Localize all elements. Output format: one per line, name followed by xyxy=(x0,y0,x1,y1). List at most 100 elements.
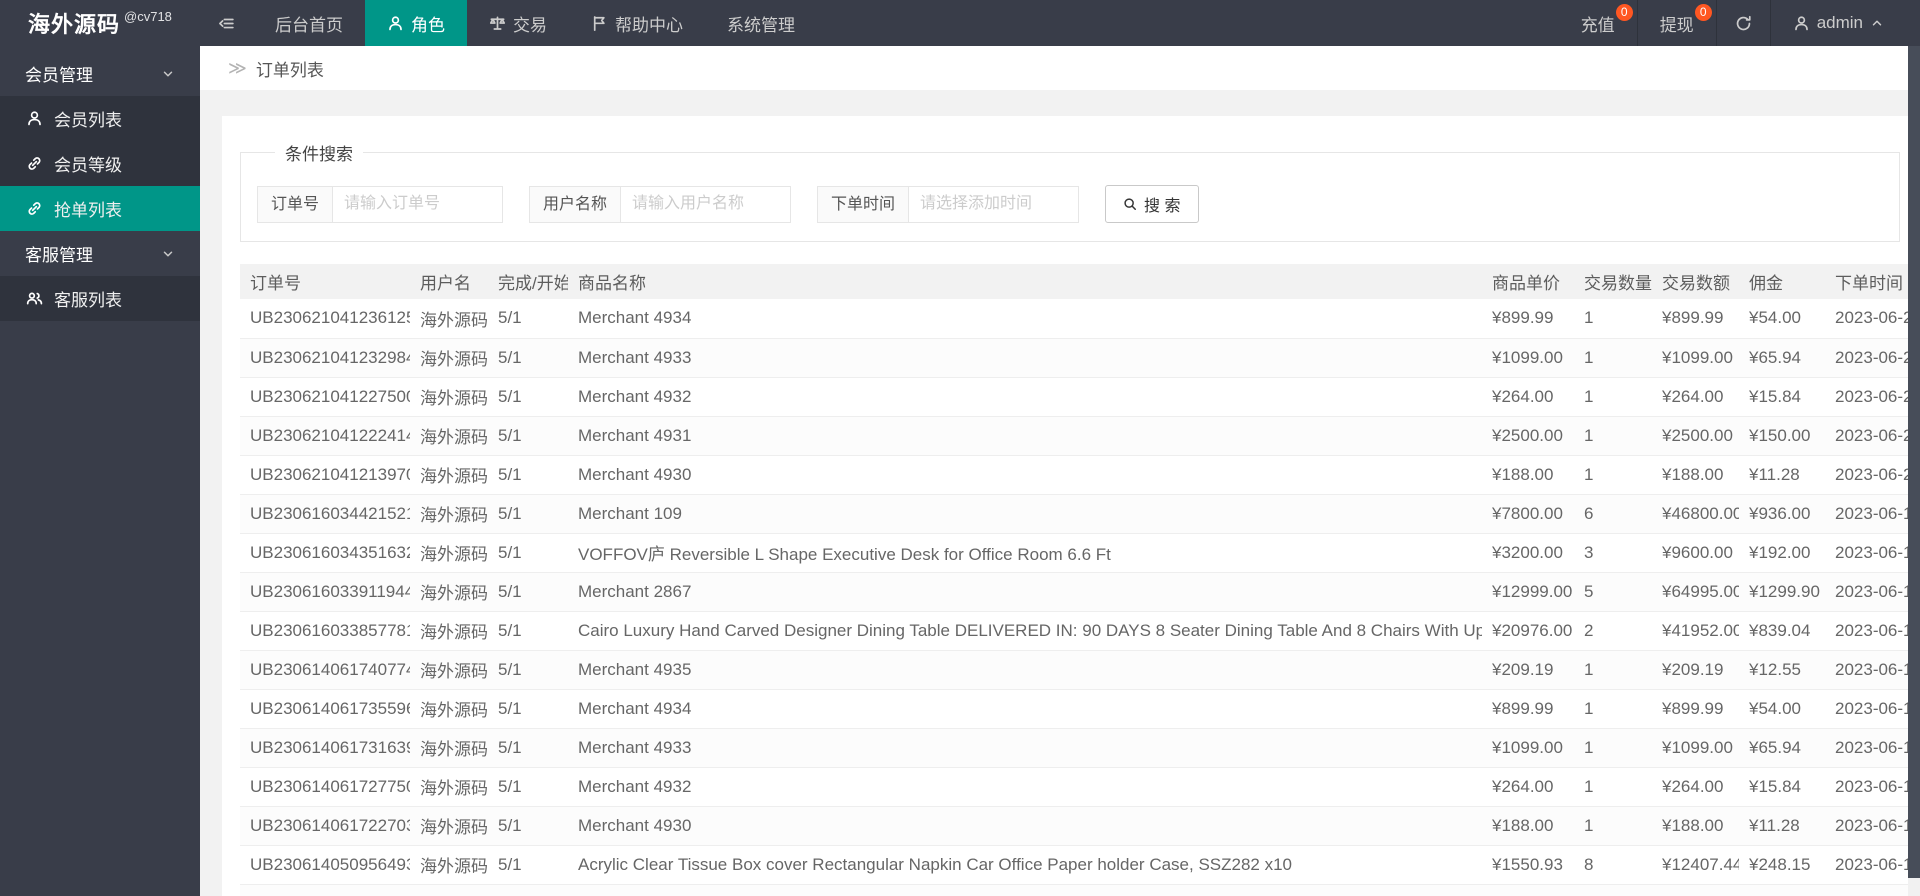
breadcrumb-chevrons-icon: ≫ xyxy=(228,57,247,78)
app-title: 海外源码 xyxy=(28,12,121,37)
table-cell: 8 xyxy=(1574,845,1652,885)
user-icon xyxy=(28,111,41,126)
link-icon xyxy=(28,202,41,215)
table-cell: ¥899.99 xyxy=(1652,299,1739,339)
table-cell: 海外源码 xyxy=(410,650,488,690)
chevron-down-icon xyxy=(163,251,173,256)
table-column-header: 交易数额 xyxy=(1652,264,1739,299)
nav-item-system[interactable]: 系统管理 xyxy=(705,0,817,46)
sidebar-item-member-list[interactable]: 会员列表 xyxy=(0,96,200,141)
username-input[interactable] xyxy=(621,185,792,223)
table-row: UB2306210412139708 海外源码 5/1 Merchant 4930 ¥1… xyxy=(240,455,1920,495)
search-button[interactable]: 搜 索 xyxy=(1105,185,1199,223)
breadcrumb: ≫ 订单列表 xyxy=(200,46,1920,90)
user-menu[interactable]: admin xyxy=(1769,0,1906,46)
table-cell: 5/1 xyxy=(488,611,568,651)
table-cell: ¥264.00 xyxy=(1482,767,1574,807)
table-cell: ¥2500.00 xyxy=(1652,416,1739,456)
table-cell: ¥12.55 xyxy=(1739,650,1825,690)
table-column-header: 交易数量 xyxy=(1574,264,1652,299)
nav-item-label: 交易 xyxy=(513,15,547,35)
table-cell: ¥41952.00 xyxy=(1652,611,1739,651)
table-row: UB2306140617407740 海外源码 5/1 Merchant 4935 ¥2… xyxy=(240,650,1920,690)
group-icon xyxy=(26,292,43,305)
scrollbar-thumb[interactable] xyxy=(1908,46,1920,878)
user-icon xyxy=(1794,15,1808,30)
nav-item-trade[interactable]: 交易 xyxy=(467,0,569,46)
table-cell: ¥645.78 xyxy=(1739,884,1825,896)
table-cell: 1 xyxy=(1574,455,1652,495)
refresh-button[interactable] xyxy=(1715,0,1770,46)
table-cell: ¥264.00 xyxy=(1652,377,1739,417)
sidebar-collapse-button[interactable] xyxy=(200,0,253,46)
search-icon xyxy=(1124,198,1137,210)
table-cell: ¥899.99 xyxy=(1482,299,1574,339)
table-cell: 海外源码 xyxy=(410,299,488,339)
table-cell: 5/1 xyxy=(488,806,568,846)
search-button-label: 搜 索 xyxy=(1144,198,1181,215)
sidebar-item-order-grab-list[interactable]: 抢单列表 xyxy=(0,186,200,231)
table-cell: 1 xyxy=(1574,338,1652,378)
table-cell: ¥209.19 xyxy=(1652,650,1739,690)
order-no-field-group: 订单号 xyxy=(257,185,504,223)
table-cell: 1 xyxy=(1574,728,1652,768)
vertical-scrollbar[interactable] xyxy=(1908,46,1920,896)
nav-item-dashboard[interactable]: 后台首页 xyxy=(253,0,365,46)
table-row: UB2306210412275001 海外源码 5/1 Merchant 4932 ¥2… xyxy=(240,377,1920,417)
table-cell: ¥7800.00 xyxy=(1482,494,1574,534)
table-cell: 2023-06-21 04: xyxy=(1825,377,1920,417)
table-cell: 5/1 xyxy=(488,728,568,768)
table-cell: 5/1 xyxy=(488,299,568,339)
table-cell: 2023-06-14 06: xyxy=(1825,728,1920,768)
table-cell: ¥1099.00 xyxy=(1482,338,1574,378)
table-cell: UB2306140617407740 xyxy=(240,650,410,690)
recharge-button[interactable]: 充值 0 xyxy=(1559,0,1637,46)
table-cell: ¥1299.90 xyxy=(1739,572,1825,612)
table-cell: 5/1 xyxy=(488,689,568,729)
order-time-input[interactable] xyxy=(909,185,1080,223)
username-label: 用户名称 xyxy=(529,185,622,223)
table-cell: 5/1 xyxy=(488,572,568,612)
sidebar-item-member-level[interactable]: 会员等级 xyxy=(0,141,200,186)
table-cell: 1 xyxy=(1574,767,1652,807)
table-cell: UB2306210412329847 xyxy=(240,338,410,378)
table-cell: ¥54.00 xyxy=(1739,299,1825,339)
table-column-header: 下单时间 xyxy=(1825,264,1920,299)
table-cell: Merchant 4933 xyxy=(568,728,1482,768)
table-cell: Merchant 4934 xyxy=(568,299,1482,339)
sidebar-item-label: 会员列表 xyxy=(54,111,122,130)
table-cell: ¥936.00 xyxy=(1739,494,1825,534)
table-cell: UB2306140617355967 xyxy=(240,689,410,729)
table-cell: 海外源码 xyxy=(410,455,488,495)
table-cell: ¥209.19 xyxy=(1482,650,1574,690)
table-cell: UB2306140509564933 xyxy=(240,845,410,885)
table-cell: ¥9600.00 xyxy=(1652,533,1739,573)
table-cell: UB2306210412361257 xyxy=(240,299,410,339)
sidebar-group-customer-service[interactable]: 客服管理 xyxy=(0,231,200,276)
chevron-up-icon xyxy=(1872,20,1882,26)
nav-item-roles[interactable]: 角色 xyxy=(365,0,467,46)
sidebar-group-member-management[interactable]: 会员管理 xyxy=(0,51,200,96)
nav-item-help-center[interactable]: 帮助中心 xyxy=(569,0,705,46)
order-no-input[interactable] xyxy=(333,185,504,223)
table-cell: ¥1550.93 xyxy=(1482,845,1574,885)
sidebar-item-customer-service-list[interactable]: 客服列表 xyxy=(0,276,200,321)
link-icon xyxy=(28,157,41,170)
table-cell: Merchant 4935 xyxy=(568,650,1482,690)
table-row: UB2306160343516327 海外源码 5/1 VOFFOV庐 Reversi… xyxy=(240,533,1920,573)
table-cell: 5/1 xyxy=(488,767,568,807)
table-cell: 5/1 xyxy=(488,455,568,495)
table-cell: 2023-06-14 06: xyxy=(1825,689,1920,729)
table-row: UB2306210412329847 海外源码 5/1 Merchant 4933 ¥1… xyxy=(240,338,1920,378)
table-cell: ¥150.00 xyxy=(1739,416,1825,456)
scales-icon xyxy=(489,15,506,30)
table-cell: ¥65.94 xyxy=(1739,728,1825,768)
table-cell: ¥12999.00 xyxy=(1482,572,1574,612)
sidebar-item-label: 客服列表 xyxy=(54,291,122,310)
table-cell: ¥899.99 xyxy=(1482,689,1574,729)
table-cell: ¥1099.00 xyxy=(1482,728,1574,768)
table-cell: Merchant 4930 xyxy=(568,806,1482,846)
withdraw-button[interactable]: 提现 0 xyxy=(1636,0,1716,46)
table-row: UB2306140509564933 海外源码 5/1 Acrylic Clear T… xyxy=(240,845,1920,885)
page-title: 订单列表 xyxy=(255,60,324,80)
